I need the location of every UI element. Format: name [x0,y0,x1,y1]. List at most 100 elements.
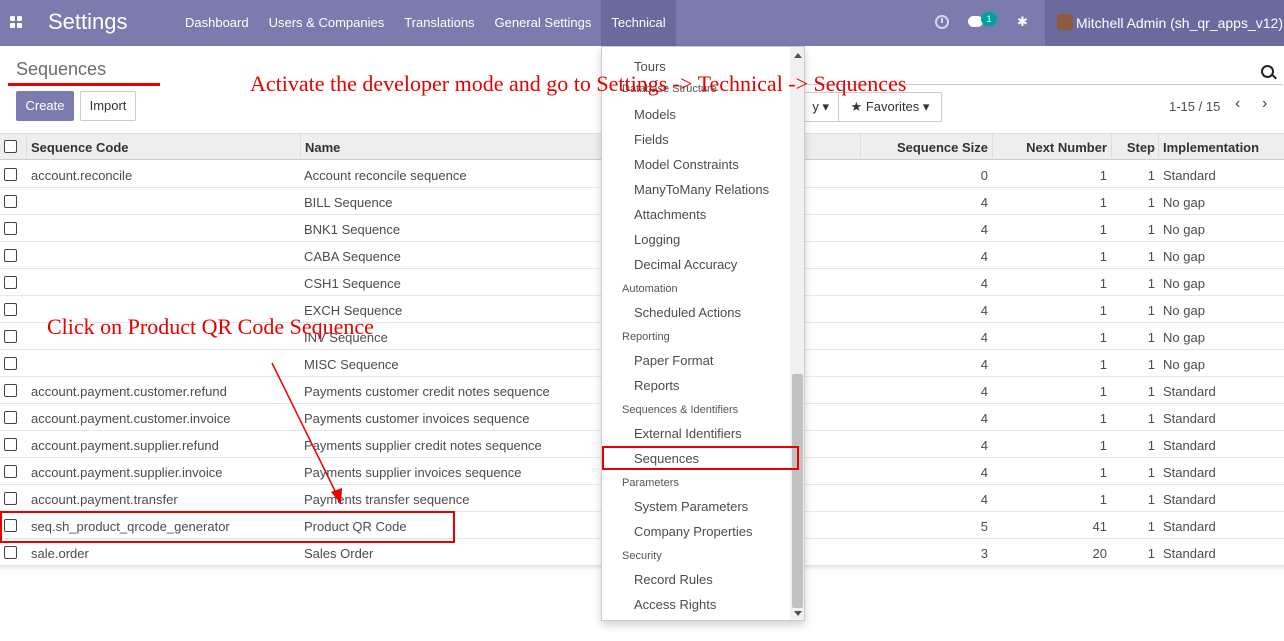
star-icon: ★ [850,99,863,114]
cell-sequence-size: 4 [980,222,988,237]
cell-step: 1 [1147,384,1155,399]
dropdown-item-paper-format[interactable]: Paper Format [634,353,713,368]
cell-name: Payments transfer sequence [304,492,470,507]
cell-sequence-size: 4 [980,195,988,210]
user-menu[interactable]: Mitchell Admin (sh_qr_apps_v12) [1045,0,1284,46]
dropdown-item-record-rules[interactable]: Record Rules [634,572,713,587]
row-checkbox[interactable] [4,195,17,208]
row-checkbox[interactable] [4,249,17,262]
dropdown-item-manytomany-relations[interactable]: ManyToMany Relations [634,182,769,197]
cell-implementation: No gap [1163,303,1205,318]
cell-next-number: 1 [1099,303,1107,318]
row-checkbox[interactable] [4,411,17,424]
scroll-up-icon[interactable] [794,53,802,58]
row-checkbox[interactable] [4,303,17,316]
cell-next-number: 1 [1099,465,1107,480]
dropdown-item-decimal-accuracy[interactable]: Decimal Accuracy [634,257,737,272]
menu-translations[interactable]: Translations [394,0,484,46]
search-icon[interactable] [1261,65,1274,78]
menu-general-settings[interactable]: General Settings [485,0,602,46]
import-button[interactable]: Import [80,91,136,121]
cell-name: Sales Order [304,546,374,561]
cell-sequence-size: 3 [980,546,988,561]
cell-name: Payments supplier invoices sequence [304,465,522,480]
select-all-checkbox[interactable] [4,140,17,153]
header-sequence-size[interactable]: Sequence Size [864,140,988,155]
header-next-number[interactable]: Next Number [996,140,1107,155]
cell-sequence-size: 4 [980,465,988,480]
menu-users-companies[interactable]: Users & Companies [259,0,395,46]
row-checkbox[interactable] [4,168,17,181]
cell-name: Payments customer credit notes sequence [304,384,550,399]
pager-previous-icon[interactable]: ‹ [1235,95,1240,113]
dropdown-item-system-parameters[interactable]: System Parameters [634,499,748,514]
dropdown-item-attachments[interactable]: Attachments [634,207,706,222]
dropdown-item-fields[interactable]: Fields [634,132,669,147]
cell-next-number: 1 [1099,168,1107,183]
cell-sequence-size: 4 [980,330,988,345]
dropdown-section-header: Security [622,550,662,562]
header-step[interactable]: Step [1115,140,1155,155]
user-name: Mitchell Admin (sh_qr_apps_v12) [1076,15,1283,31]
breadcrumb: Sequences [16,59,107,79]
cell-implementation: Standard [1163,438,1216,453]
cell-next-number: 1 [1099,357,1107,372]
row-checkbox[interactable] [4,330,17,343]
cell-implementation: Standard [1163,168,1216,183]
row-checkbox[interactable] [4,357,17,370]
cell-step: 1 [1147,438,1155,453]
scrollbar-thumb[interactable] [792,374,803,608]
row-checkbox[interactable] [4,222,17,235]
create-button[interactable]: Create [16,91,74,121]
pager-value[interactable]: 1-15 / 15 [1169,99,1220,114]
dropdown-item-scheduled-actions[interactable]: Scheduled Actions [634,305,741,320]
cell-sequence-size: 4 [980,384,988,399]
header-implementation[interactable]: Implementation [1163,140,1259,155]
dropdown-scrollbar[interactable] [790,47,804,620]
debug-bug-icon[interactable]: ✱ [1017,15,1029,29]
cell-next-number: 1 [1099,222,1107,237]
cell-step: 1 [1147,249,1155,264]
cell-step: 1 [1147,492,1155,507]
technical-dropdown-menu: Database Structure Tours Models Fields Mode… [601,46,805,621]
cell-sequence-size: 5 [980,519,988,534]
row-checkbox[interactable] [4,384,17,397]
cell-step: 1 [1147,222,1155,237]
cell-step: 1 [1147,276,1155,291]
cell-next-number: 1 [1099,276,1107,291]
row-checkbox[interactable] [4,546,17,559]
dropdown-item-reports[interactable]: Reports [634,378,680,393]
cell-sequence-code: account.payment.supplier.refund [31,438,219,453]
row-checkbox[interactable] [4,438,17,451]
apps-menu-icon[interactable] [10,16,23,29]
row-checkbox[interactable] [4,492,17,505]
cell-sequence-code: account.payment.customer.invoice [31,411,231,426]
menu-dashboard[interactable]: Dashboard [175,0,259,46]
app-title: Settings [48,9,128,34]
dropdown-item-external-identifiers[interactable]: External Identifiers [634,426,742,441]
dropdown-item-model-constraints[interactable]: Model Constraints [634,157,739,172]
row-checkbox[interactable] [4,276,17,289]
activity-clock-icon[interactable] [935,15,949,29]
cell-step: 1 [1147,357,1155,372]
pager-next-icon[interactable]: › [1262,95,1267,113]
header-name[interactable]: Name [305,140,340,155]
dropdown-item-models[interactable]: Models [634,107,676,122]
dropdown-item-logging[interactable]: Logging [634,232,680,247]
cell-implementation: No gap [1163,330,1205,345]
cell-implementation: Standard [1163,411,1216,426]
row-checkbox[interactable] [4,465,17,478]
menu-technical[interactable]: Technical [601,0,676,46]
cell-implementation: No gap [1163,222,1205,237]
annotation-underline [8,83,160,86]
header-sequence-code[interactable]: Sequence Code [31,140,129,155]
cell-implementation: No gap [1163,276,1205,291]
dropdown-item-company-properties[interactable]: Company Properties [634,524,753,539]
cell-step: 1 [1147,330,1155,345]
cell-implementation: Standard [1163,519,1216,534]
annotation-instruction-left: Click on Product QR Code Sequence [47,314,374,339]
dropdown-item-access-rights[interactable]: Access Rights [634,597,716,612]
cell-next-number: 20 [1092,546,1107,561]
cell-sequence-code: account.reconcile [31,168,133,183]
scroll-down-icon[interactable] [794,611,802,616]
